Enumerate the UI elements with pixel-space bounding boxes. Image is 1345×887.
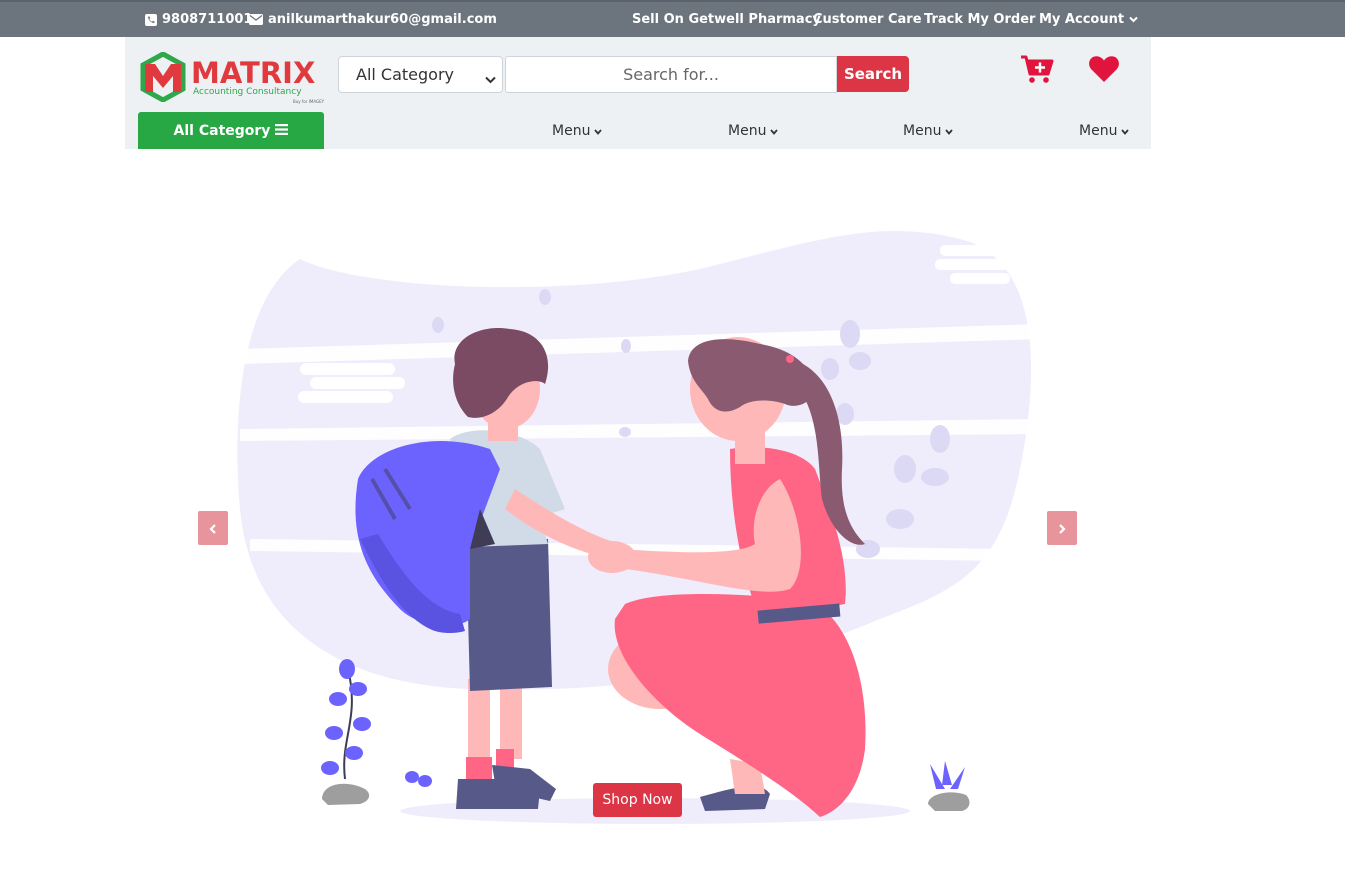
logo-tagline: Buy for IMAGEY [293,99,325,104]
customer-care-label: Customer Care [813,12,922,27]
track-order-link[interactable]: Track My Order [924,12,1035,27]
all-category-label: All Category [173,122,271,139]
chevron-left-icon [209,519,217,538]
sell-link-label: Sell On Getwell Pharmacy [632,12,821,27]
hero-carousel: Shop Now [0,149,1345,887]
phone-icon [145,13,157,26]
logo[interactable]: MATRIX Accounting Consultancy Buy for IM… [139,52,329,104]
category-select[interactable]: All Category [338,56,503,93]
customer-care-link[interactable]: Customer Care [813,12,922,27]
chevron-down-icon [1129,16,1138,23]
nav-menu-label: Menu [552,123,591,139]
logo-text: MATRIX [191,56,316,90]
nav-menu-label: Menu [728,123,767,139]
logo-mark-icon [140,52,186,102]
bars-icon [275,123,289,139]
envelope-icon [249,14,263,25]
shop-now-button[interactable]: Shop Now [593,783,682,817]
track-order-label: Track My Order [924,12,1036,27]
chevron-down-icon [1121,123,1130,139]
chevron-down-icon [945,123,954,139]
carousel-next-button[interactable] [1047,511,1077,545]
search-button[interactable]: Search [837,56,909,92]
heart-icon[interactable] [1088,54,1120,88]
all-category-button[interactable]: All Category [138,112,324,149]
chevron-down-icon [770,123,779,139]
nav-menu-label: Menu [1079,123,1118,139]
my-account-label: My Account [1039,12,1125,27]
nav-menu-1[interactable]: Menu [552,123,603,139]
search-input[interactable]: Search for... [505,56,837,93]
email-address: anilkumarthakur60@gmail.com [268,12,497,27]
email-contact[interactable]: anilkumarthakur60@gmail.com [249,12,497,27]
category-select-value: All Category [356,65,455,84]
phone-number: 9808711001 [162,12,253,27]
nav-menu-label: Menu [903,123,942,139]
sell-link[interactable]: Sell On Getwell Pharmacy [632,12,821,27]
nav-menu-3[interactable]: Menu [903,123,954,139]
nav-menu-4[interactable]: Menu [1079,123,1130,139]
chevron-down-icon [485,69,496,88]
chevron-down-icon [594,123,603,139]
cart-plus-icon[interactable] [1020,54,1054,88]
chevron-right-icon [1058,519,1066,538]
my-account-dropdown[interactable]: My Account [1039,12,1138,27]
logo-subtitle: Accounting Consultancy [193,87,302,97]
phone-contact[interactable]: 9808711001 [145,12,252,27]
top-bar: 9808711001 anilkumarthakur60@gmail.com S… [0,0,1345,37]
nav-menu-2[interactable]: Menu [728,123,779,139]
site-header: MATRIX Accounting Consultancy Buy for IM… [125,37,1151,149]
carousel-prev-button[interactable] [198,511,228,545]
